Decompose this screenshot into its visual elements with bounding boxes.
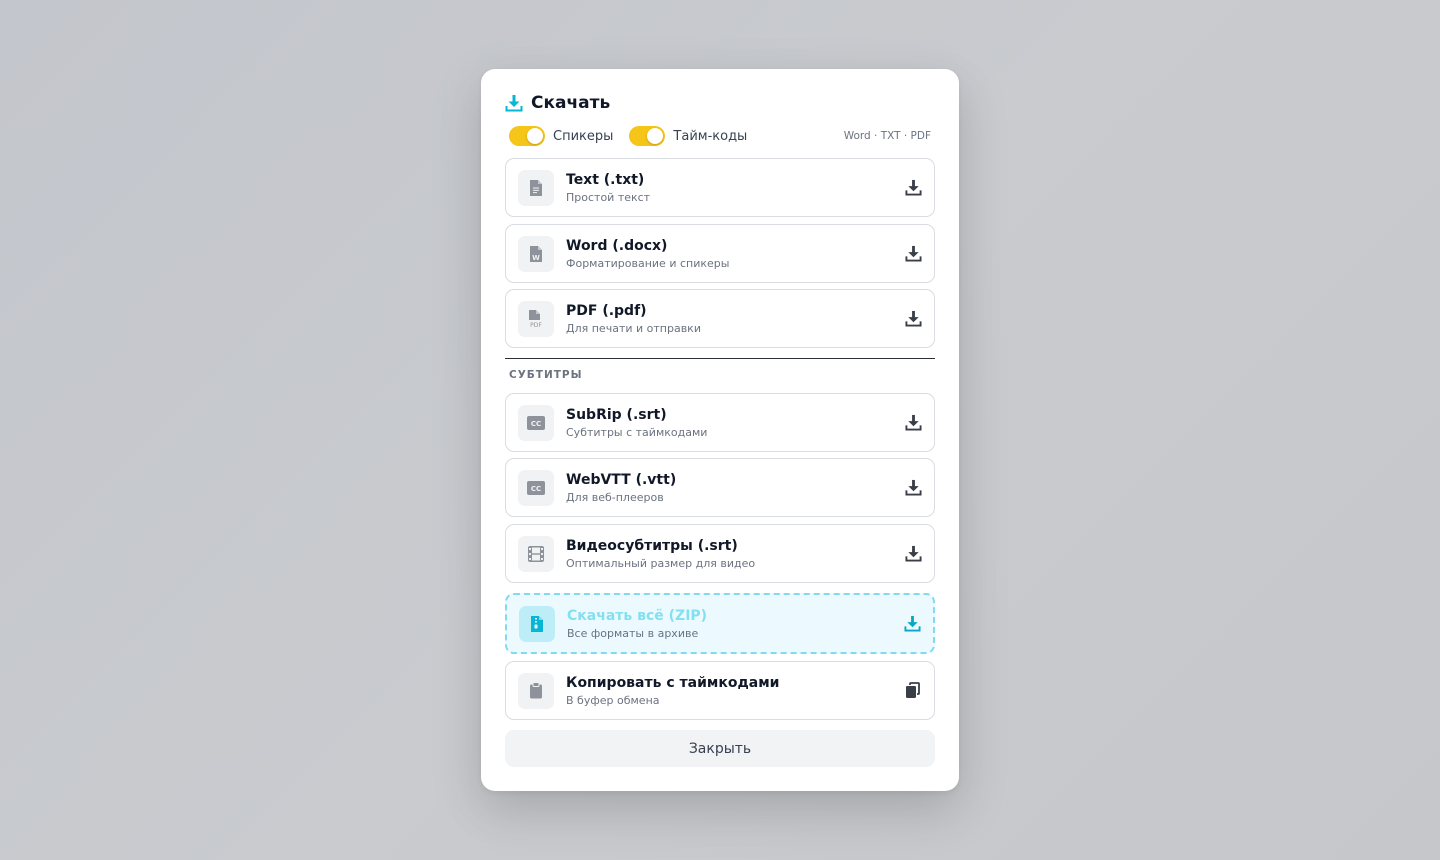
download-icon[interactable] bbox=[904, 414, 922, 432]
download-icon[interactable] bbox=[904, 479, 922, 497]
timecodes-toggle[interactable]: Тайм-коды bbox=[629, 126, 747, 146]
export-pdf-option[interactable]: PDF PDF (.pdf) Для печати и отправки bbox=[505, 289, 935, 348]
closed-captions-icon: CC bbox=[518, 469, 554, 506]
timecodes-switch[interactable] bbox=[629, 126, 666, 146]
svg-text:CC: CC bbox=[531, 420, 541, 428]
download-icon bbox=[505, 95, 523, 112]
option-title: Копировать с таймкодами bbox=[566, 674, 780, 691]
close-button[interactable]: Закрыть bbox=[505, 730, 935, 767]
closed-captions-icon: CC bbox=[518, 404, 554, 441]
option-subtitle: Простой текст bbox=[566, 190, 651, 204]
option-subtitle: Для веб-плееров bbox=[566, 490, 664, 504]
download-icon[interactable] bbox=[904, 545, 922, 563]
section-divider bbox=[505, 358, 935, 359]
option-subtitle: В буфер обмена bbox=[566, 693, 660, 707]
export-txt-option[interactable]: Text (.txt) Простой текст bbox=[505, 158, 935, 217]
option-title: Видеосубтитры (.srt) bbox=[566, 537, 738, 554]
clipboard-icon bbox=[518, 672, 554, 709]
file-pdf-icon: PDF bbox=[518, 300, 554, 337]
download-icon[interactable] bbox=[903, 615, 921, 633]
svg-text:CC: CC bbox=[531, 485, 541, 493]
svg-text:W: W bbox=[532, 254, 540, 262]
option-subtitle: Для печати и отправки bbox=[566, 321, 701, 335]
copy-icon[interactable] bbox=[904, 682, 922, 700]
file-word-icon: W bbox=[518, 235, 554, 272]
export-vtt-option[interactable]: CC WebVTT (.vtt) Для веб-плееров bbox=[505, 458, 935, 517]
download-dialog: Скачать Спикеры Тайм-коды Word · TXT · P… bbox=[481, 69, 959, 791]
option-subtitle: Субтитры с таймкодами bbox=[566, 425, 708, 439]
subtitles-section-label: СУБТИТРЫ bbox=[509, 369, 583, 381]
file-zip-icon bbox=[519, 605, 555, 642]
export-video-srt-option[interactable]: Видеосубтитры (.srt) Оптимальный размер … bbox=[505, 524, 935, 583]
speakers-toggle[interactable]: Спикеры bbox=[509, 126, 613, 146]
svg-text:PDF: PDF bbox=[530, 322, 542, 329]
option-title: PDF (.pdf) bbox=[566, 302, 647, 319]
option-subtitle: Оптимальный размер для видео bbox=[566, 556, 756, 570]
dialog-header: Скачать bbox=[505, 93, 610, 113]
export-options: Спикеры Тайм-коды Word · TXT · PDF bbox=[509, 125, 931, 147]
export-docx-option[interactable]: W Word (.docx) Форматирование и спикеры bbox=[505, 224, 935, 283]
file-text-icon bbox=[518, 169, 554, 206]
option-subtitle: Все форматы в архиве bbox=[567, 626, 699, 640]
option-title: WebVTT (.vtt) bbox=[566, 471, 677, 488]
option-title: SubRip (.srt) bbox=[566, 406, 667, 423]
option-title: Text (.txt) bbox=[566, 171, 645, 188]
download-icon[interactable] bbox=[904, 310, 922, 328]
speakers-label: Спикеры bbox=[553, 128, 614, 144]
export-zip-option[interactable]: Скачать всё (ZIP) Все форматы в архиве bbox=[505, 593, 935, 654]
copy-with-timecodes-option[interactable]: Копировать с таймкодами В буфер обмена bbox=[505, 661, 935, 720]
timecodes-label: Тайм-коды bbox=[673, 128, 748, 144]
download-icon[interactable] bbox=[904, 245, 922, 263]
option-title: Скачать всё (ZIP) bbox=[567, 607, 708, 624]
dialog-title: Скачать bbox=[531, 93, 611, 113]
option-title: Word (.docx) bbox=[566, 237, 668, 254]
option-subtitle: Форматирование и спикеры bbox=[566, 256, 730, 270]
film-icon bbox=[518, 535, 554, 572]
speakers-switch[interactable] bbox=[509, 126, 545, 146]
formats-hint: Word · TXT · PDF bbox=[843, 130, 931, 142]
export-srt-option[interactable]: CC SubRip (.srt) Субтитры с таймкодами bbox=[505, 393, 935, 452]
download-icon[interactable] bbox=[904, 179, 922, 197]
